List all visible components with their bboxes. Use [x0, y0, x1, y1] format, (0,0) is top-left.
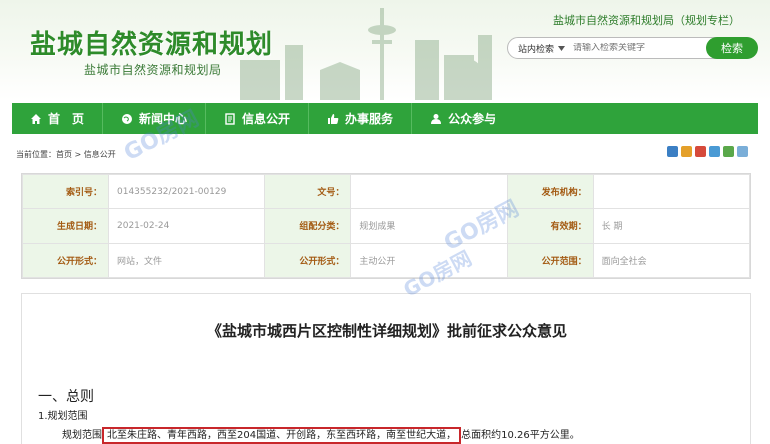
nav-item-services[interactable]: 办事服务 [309, 103, 413, 134]
site-subtitle: 盐城市自然资源和规划局 [84, 63, 222, 77]
globe-icon [122, 113, 133, 124]
share-douban-icon[interactable] [723, 146, 734, 157]
chevron-down-icon [558, 45, 566, 51]
home-icon [31, 113, 41, 124]
form-value: 网站，文件 [107, 242, 266, 279]
search-button[interactable]: 检索 [706, 37, 758, 59]
date-label: 生成日期： [22, 208, 109, 244]
nav-item-news[interactable]: 新闻中心 [103, 103, 207, 134]
search-scope-select[interactable]: 站内检索 [518, 42, 566, 55]
scope-highlight: 北至朱庄路、青年西路，西至204国道、开创路，东至西环路，南至世纪大道， [102, 427, 462, 444]
form-label: 公开形式： [22, 242, 109, 279]
index-no-label: 索引号： [22, 173, 109, 210]
share-qzone-icon[interactable] [667, 146, 678, 157]
scope-prefix: 规划范围 [62, 430, 102, 441]
document-meta-table: 索引号： 014355232/2021-00129 文号： 发布机构： 生成日期… [21, 173, 751, 279]
nav-item-participation[interactable]: 公众参与 [412, 103, 514, 134]
subsection-heading: 1.规划范围 [38, 411, 88, 422]
scope-suffix: 总面积约10.26平方公里。 [461, 430, 580, 441]
disclosure-form-label: 公开形式： [264, 242, 352, 279]
validity-value: 长 期 [592, 208, 751, 244]
thumbs-up-icon [328, 113, 339, 124]
planning-column-link[interactable]: 盐城市自然资源和规划局（规划专栏） [553, 12, 740, 28]
category-value: 规划成果 [350, 208, 508, 244]
breadcrumb: 当前位置：首页 > 信息公开 [16, 150, 116, 159]
nav-item-info[interactable]: 信息公开 [206, 103, 310, 134]
publisher-label: 发布机构： [506, 173, 594, 210]
scope-label: 公开范围： [506, 242, 594, 279]
publisher-value [592, 173, 751, 210]
article-title: 《盐城市城西片区控制性详细规划》批前征求公众意见 [206, 322, 567, 340]
search-input[interactable] [573, 43, 694, 53]
disclosure-form-value: 主动公开 [350, 242, 508, 279]
site-header: 盐城自然资源和规划 盐城市自然资源和规划局 盐城市自然资源和规划局（规划专栏） … [0, 0, 770, 100]
date-value: 2021-02-24 [107, 208, 266, 244]
share-renren-icon[interactable] [709, 146, 720, 157]
category-label: 组配分类： [264, 208, 352, 244]
user-icon [431, 113, 442, 124]
site-title[interactable]: 盐城自然资源和规划 [30, 24, 273, 61]
section-heading: 一、总则 [38, 389, 94, 405]
planning-scope-paragraph: 规划范围 北至朱庄路、青年西路，西至204国道、开创路，东至西环路，南至世纪大道，… [62, 426, 580, 444]
document-icon [225, 112, 235, 125]
city-skyline-illustration [240, 8, 492, 100]
main-nav: 首 页 新闻中心 信息公开 办事服务 公众参与 [12, 103, 758, 134]
doc-no-label: 文号： [264, 173, 352, 210]
article-body: 《盐城市城西片区控制性详细规划》批前征求公众意见 一、总则 1.规划范围 规划范… [21, 293, 751, 444]
doc-no-value [350, 173, 508, 210]
share-more-icon[interactable] [737, 146, 748, 157]
share-tencent-icon[interactable] [695, 146, 706, 157]
share-weibo-icon[interactable] [681, 146, 692, 157]
nav-item-home[interactable]: 首 页 [12, 103, 104, 134]
scope-value: 面向全社会 [592, 242, 751, 279]
index-no-value: 014355232/2021-00129 [107, 173, 266, 210]
share-icons [667, 146, 748, 157]
validity-label: 有效期： [506, 208, 594, 244]
